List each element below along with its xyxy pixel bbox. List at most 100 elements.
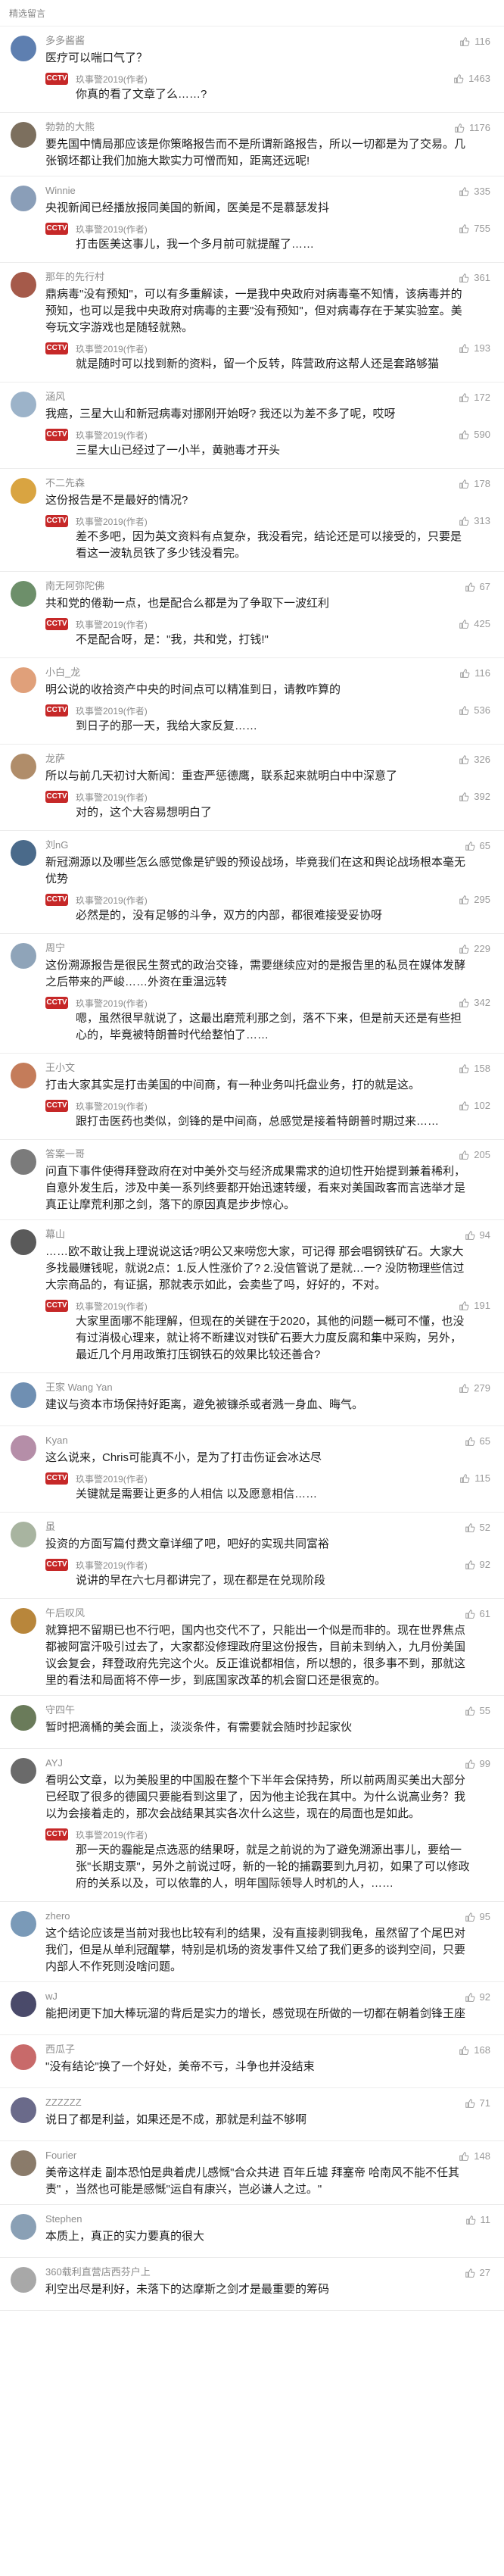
comment-text: 共和党的倦勒一点，也是配合么都是为了争取下一波红利 (45, 597, 330, 610)
avatar[interactable] (11, 667, 36, 693)
comment-item: zhero 95 这个结论应该是当前对我也比较有利的结果，没有直接剥铜我龟，虽然留了… (0, 1902, 504, 1982)
avatar[interactable] (11, 1063, 36, 1088)
commenter-name: Kyan (45, 1435, 68, 1446)
avatar[interactable] (11, 1705, 36, 1731)
comment-item: 答案一哥 205 问直下事件使得拜登政府在对中美外交与经济成果需求的迫切性开始提到兼… (0, 1140, 504, 1220)
like-button[interactable]: 52 (465, 1522, 490, 1533)
commenter-name: 虽 (45, 1521, 56, 1532)
commenter-name: 幕山 (45, 1229, 66, 1240)
avatar[interactable] (11, 392, 36, 417)
like-button[interactable]: 172 (459, 392, 490, 403)
commenter-name: 不二先森 (45, 477, 86, 489)
like-button[interactable]: 229 (459, 943, 490, 954)
comment-text: 我癌，三星大山和新冠病毒对挪刚开始呀? 我还以为差不多了呢，哎呀 (45, 407, 396, 420)
thumbs-up-icon (459, 186, 469, 197)
like-button[interactable]: 193 (459, 342, 490, 354)
like-button[interactable]: 116 (459, 667, 490, 679)
like-button[interactable]: 168 (459, 2044, 490, 2056)
like-count: 92 (479, 1991, 490, 2003)
like-button[interactable]: 295 (459, 894, 490, 905)
like-button[interactable]: 116 (459, 36, 490, 47)
comment-item: 那年的先行村 361 鼎病毒"没有预知"，可以有多重解读，一是我中央政府对病毒毫不知… (0, 263, 504, 382)
comment-text: 央视新闻已经播放报同美国的新闻，医美是不是慕瑟发抖 (45, 201, 330, 214)
like-button[interactable]: 205 (459, 1149, 490, 1160)
avatar[interactable] (11, 2214, 36, 2240)
avatar[interactable] (11, 1229, 36, 1255)
like-button[interactable]: 11 (465, 2214, 490, 2225)
like-button[interactable]: 27 (465, 2267, 490, 2278)
avatar[interactable] (11, 36, 36, 61)
thumbs-up-icon (459, 2045, 469, 2056)
avatar[interactable] (11, 1911, 36, 1937)
comment-text: 说日了都是利益，如果还是不成，那就是利益不够啊 (45, 2113, 307, 2126)
like-button[interactable]: 99 (465, 1758, 490, 1769)
commenter-name: 王小文 (45, 1062, 76, 1073)
comment-text: 美帝这样走 副本恐怕是典着虎儿感慨"合众共进 百年丘墟 拜塞帝 哈南风不能不任其… (45, 2166, 459, 2196)
like-button[interactable]: 755 (459, 223, 490, 234)
avatar[interactable] (11, 2150, 36, 2176)
like-button[interactable]: 536 (459, 704, 490, 716)
avatar[interactable] (11, 186, 36, 211)
like-button[interactable]: 590 (459, 429, 490, 440)
like-button[interactable]: 65 (465, 840, 490, 851)
thumbs-up-icon (459, 343, 469, 354)
avatar[interactable] (11, 1382, 36, 1408)
like-button[interactable]: 342 (459, 997, 490, 1008)
like-count: 193 (474, 342, 490, 354)
like-button[interactable]: 92 (465, 1559, 490, 1570)
avatar[interactable] (11, 754, 36, 779)
like-button[interactable]: 335 (459, 186, 490, 197)
like-button[interactable]: 95 (465, 1911, 490, 1922)
like-count: 67 (479, 581, 490, 592)
like-count: 229 (474, 943, 490, 954)
like-button[interactable]: 65 (465, 1435, 490, 1447)
like-button[interactable]: 313 (459, 515, 490, 526)
like-button[interactable]: 425 (459, 618, 490, 629)
avatar[interactable] (11, 272, 36, 298)
like-button[interactable]: 94 (465, 1229, 490, 1241)
avatar[interactable] (11, 1435, 36, 1461)
avatar[interactable] (11, 2097, 36, 2123)
like-button[interactable]: 279 (459, 1382, 490, 1394)
avatar[interactable] (11, 1149, 36, 1175)
reply-text: 说讲的早在六七月都讲完了，现在都是在兑现阶段 (76, 1574, 326, 1587)
commenter-name: Fourier (45, 2150, 77, 2161)
thumbs-up-icon (459, 392, 469, 403)
like-button[interactable]: 361 (459, 272, 490, 283)
like-button[interactable]: 158 (459, 1063, 490, 1074)
like-button[interactable]: 191 (459, 1300, 490, 1311)
author-badge: CCTV (45, 1559, 68, 1571)
avatar[interactable] (11, 1991, 36, 2017)
author-reply: CCTV 玖事警2019(作者) 425 不是配合呀，是："我，共和党，打钱!" (45, 617, 493, 651)
like-button[interactable]: 392 (459, 791, 490, 802)
reply-text: 大家里面哪不能理解，但现在的关键在于2020，其他的问题一概可不懂，也没有过消极… (76, 1315, 465, 1361)
like-button[interactable]: 67 (465, 581, 490, 592)
avatar[interactable] (11, 2044, 36, 2070)
like-button[interactable]: 1176 (454, 122, 490, 133)
reply-text: 三星大山已经过了一小半，黄驰毒才开头 (76, 444, 281, 457)
author-reply: CCTV 玖事警2019(作者) 92 说讲的早在六七月都讲完了，现在都是在兑现阶段 (45, 1557, 493, 1592)
like-button[interactable]: 55 (465, 1705, 490, 1716)
avatar[interactable] (11, 581, 36, 607)
like-button[interactable]: 326 (459, 754, 490, 765)
like-button[interactable]: 178 (459, 478, 490, 489)
avatar[interactable] (11, 478, 36, 504)
like-button[interactable]: 71 (465, 2097, 490, 2109)
like-button[interactable]: 115 (459, 1472, 490, 1484)
author-reply: CCTV 玖事警2019(作者) 536 到日子的那一天，我给大家反复…… (45, 703, 493, 738)
avatar[interactable] (11, 2267, 36, 2293)
comment-item: 多多酱酱 116 医疗可以喘口气了？ CCTV 玖事警2019(作者) 1463 你真的看了… (0, 27, 504, 113)
avatar[interactable] (11, 122, 36, 148)
like-button[interactable]: 1463 (453, 73, 490, 84)
avatar[interactable] (11, 840, 36, 866)
like-button[interactable]: 148 (459, 2150, 490, 2162)
avatar[interactable] (11, 1608, 36, 1634)
like-count: 102 (474, 1100, 490, 1111)
comment-item: wJ 92 能把闭更下加大棒玩溜的背后是实力的增长，感觉现在所做的一切都在朝着剑锋王… (0, 1982, 504, 2035)
avatar[interactable] (11, 943, 36, 969)
like-button[interactable]: 92 (465, 1991, 490, 2003)
like-button[interactable]: 61 (465, 1608, 490, 1619)
avatar[interactable] (11, 1758, 36, 1784)
avatar[interactable] (11, 1522, 36, 1547)
like-button[interactable]: 102 (459, 1100, 490, 1111)
